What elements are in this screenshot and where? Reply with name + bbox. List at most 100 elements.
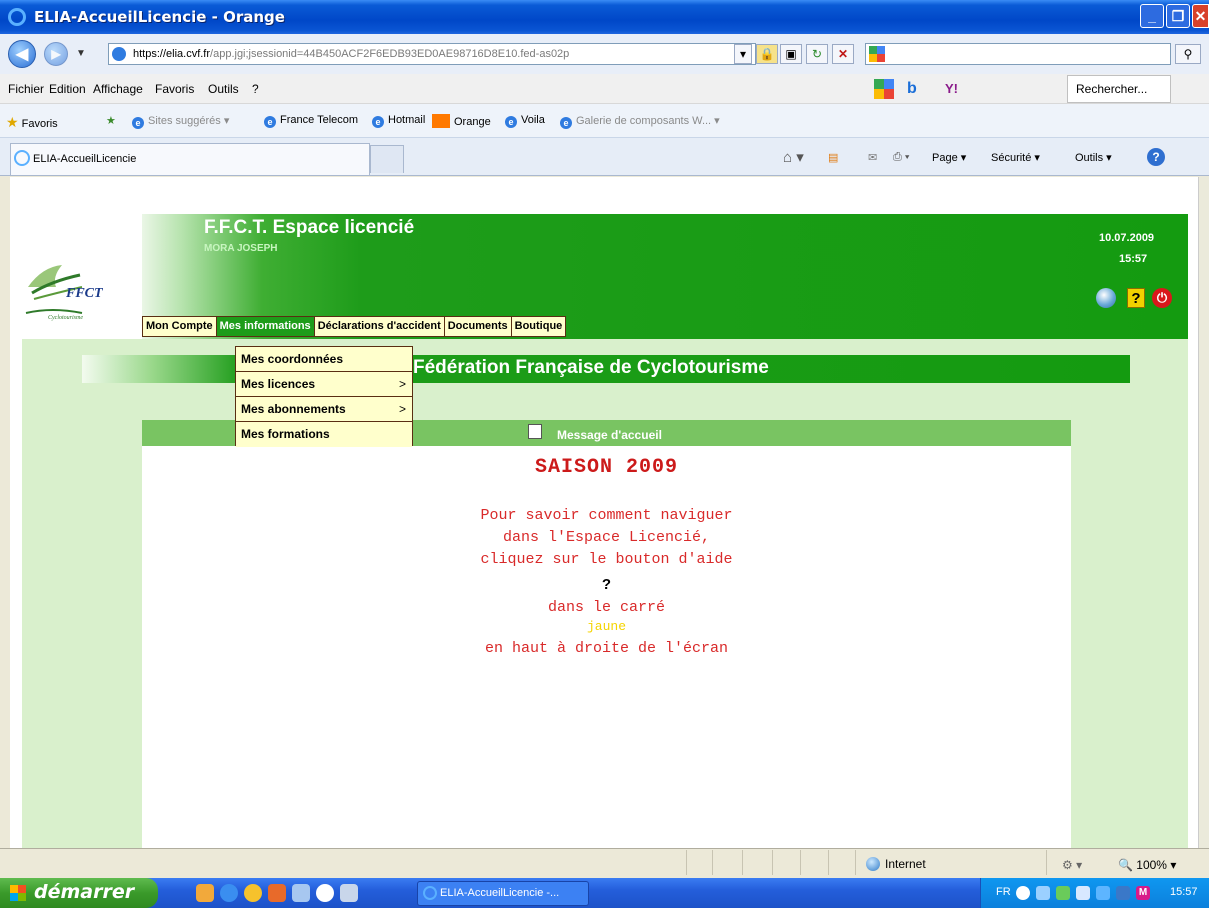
status-divider: [772, 850, 773, 875]
taskbar-window-button[interactable]: ELIA-AccueilLicencie -...: [417, 881, 589, 906]
submenu-arrow-icon: >: [398, 402, 406, 416]
header-time: 15:57: [1119, 253, 1148, 265]
menu-mes-formations[interactable]: Mes formations: [236, 422, 412, 447]
yahoo-icon[interactable]: Y!: [945, 81, 958, 96]
help-icon[interactable]: ?: [1127, 288, 1145, 308]
volume-icon[interactable]: [1076, 886, 1090, 900]
menu-mes-coordonnees[interactable]: Mes coordonnées: [236, 347, 412, 372]
history-dropdown-icon[interactable]: ▼: [76, 48, 86, 59]
svg-text:FFCT: FFCT: [65, 286, 104, 301]
outils-menu[interactable]: Outils ▾: [1075, 151, 1112, 164]
message-icon: [528, 424, 542, 439]
language-indicator[interactable]: FR: [996, 886, 1011, 898]
power-icon[interactable]: ⏻: [1152, 288, 1172, 308]
search-icon[interactable]: ⚲: [1175, 44, 1201, 64]
submenu-arrow-icon: >: [398, 377, 406, 391]
fav-galerie[interactable]: e Galerie de composants W... ▾: [560, 114, 720, 129]
google-toolbar-icon[interactable]: [874, 79, 894, 99]
nav-mon-compte[interactable]: Mon Compte: [142, 316, 217, 337]
message-line: dans l'Espace Licencié,: [502, 529, 711, 546]
fav-suggested[interactable]: e Sites suggérés ▾: [132, 114, 229, 129]
media-icon[interactable]: [316, 884, 334, 902]
tray-app-icon[interactable]: [1116, 886, 1130, 900]
message-header-label: Message d'accueil: [557, 428, 662, 442]
window-title: ELIA-AccueilLicencie - Orange: [34, 8, 285, 26]
tray-app-icon[interactable]: [1056, 886, 1070, 900]
securite-menu[interactable]: Sécurité ▾: [991, 151, 1040, 164]
maximize-button[interactable]: ❐: [1166, 4, 1190, 28]
status-divider: [800, 850, 801, 875]
status-divider: [686, 850, 687, 875]
app-icon[interactable]: [340, 884, 358, 902]
fav-voila[interactable]: e Voila: [505, 114, 545, 128]
menu-edition[interactable]: Edition: [49, 82, 86, 96]
minimize-button[interactable]: _: [1140, 4, 1164, 28]
firefox-icon[interactable]: [244, 884, 262, 902]
ffct-logo: FFCT Cyclotourisme: [22, 247, 114, 323]
ie-icon: [423, 886, 437, 900]
site-title: F.F.C.T. Espace licencié: [204, 217, 415, 238]
rechercher-input[interactable]: Rechercher...: [1067, 75, 1171, 103]
nav-mes-informations[interactable]: Mes informations: [215, 316, 315, 337]
nav-boutique[interactable]: Boutique: [510, 316, 567, 337]
svg-text:Cyclotourisme: Cyclotourisme: [48, 315, 83, 321]
security-zone[interactable]: Internet: [866, 857, 926, 871]
page-icon: [112, 47, 126, 61]
bing-icon[interactable]: b: [907, 80, 917, 98]
nav-documents[interactable]: Documents: [443, 316, 512, 337]
nav-declarations-accident[interactable]: Déclarations d'accident: [313, 316, 445, 337]
page-menu[interactable]: Page ▾: [932, 151, 966, 164]
address-input[interactable]: https://elia.cvf.fr/app.jgi;jsessionid=4…: [108, 43, 756, 65]
desktop-icon[interactable]: [292, 884, 310, 902]
close-button[interactable]: ✕: [1192, 4, 1209, 28]
message-question-mark: ?: [601, 576, 612, 593]
menu-affichage[interactable]: Affichage: [93, 82, 143, 96]
user-name: MORA JOSEPH: [204, 243, 278, 254]
protected-mode-icon[interactable]: ⚙ ▾: [1062, 858, 1082, 872]
zoom-control[interactable]: 🔍 100% ▾: [1118, 858, 1176, 872]
back-icon[interactable]: ◀: [8, 40, 36, 68]
menu-outils[interactable]: Outils: [208, 82, 239, 96]
orange-icon: [432, 114, 450, 128]
menu-help[interactable]: ?: [252, 82, 259, 96]
feeds-icon[interactable]: ▤: [828, 151, 838, 164]
tray-clock[interactable]: 15:57: [1170, 886, 1198, 898]
address-dropdown-icon[interactable]: ▾: [734, 44, 752, 64]
help-globe-icon[interactable]: [1096, 288, 1116, 308]
mail-icon[interactable]: ✉: [868, 151, 877, 164]
favorites-button[interactable]: ★ Favoris: [6, 114, 58, 131]
outlook-icon[interactable]: [268, 884, 286, 902]
menu-favoris[interactable]: Favoris: [155, 82, 194, 96]
forward-icon[interactable]: ▶: [44, 42, 68, 66]
network-icon[interactable]: [1036, 886, 1050, 900]
tray-m-icon[interactable]: M: [1136, 886, 1150, 900]
stop-icon[interactable]: ✕: [832, 44, 854, 64]
compat-icon[interactable]: ▣: [780, 44, 802, 64]
scrollbar[interactable]: [1198, 177, 1209, 848]
ie-icon: e: [264, 116, 276, 128]
menu-mes-abonnements[interactable]: Mes abonnements >: [236, 397, 412, 422]
print-icon[interactable]: ⎙ ▾: [893, 151, 909, 164]
fav-france-telecom[interactable]: e France Telecom: [264, 114, 358, 128]
quicklaunch-icon[interactable]: [196, 884, 214, 902]
refresh-icon[interactable]: ↻: [806, 44, 828, 64]
tray-arrow-icon[interactable]: [1016, 886, 1030, 900]
google-icon: [869, 46, 885, 62]
season-title: SAISON 2009: [534, 456, 679, 479]
menu-mes-licences[interactable]: Mes licences >: [236, 372, 412, 397]
fav-hotmail[interactable]: e Hotmail: [372, 114, 425, 128]
url-path: /app.jgi;jsessionid=44B450ACF2F6EDB93ED0…: [210, 48, 570, 60]
search-input[interactable]: [865, 43, 1171, 65]
status-bar: [0, 848, 1209, 878]
tray-app-icon[interactable]: [1096, 886, 1110, 900]
message-line: en haut à droite de l'écran: [484, 640, 729, 657]
help-menu-icon[interactable]: ?: [1147, 148, 1165, 166]
new-tab-button[interactable]: [370, 145, 404, 173]
add-favorite-icon[interactable]: ★: [106, 114, 116, 127]
home-icon[interactable]: ⌂ ▾: [783, 148, 804, 166]
lock-icon[interactable]: 🔒: [756, 44, 778, 64]
tab-elia[interactable]: ELIA-AccueilLicencie: [10, 143, 370, 175]
menu-fichier[interactable]: Fichier: [8, 82, 44, 96]
ie-quicklaunch-icon[interactable]: [220, 884, 238, 902]
fav-orange[interactable]: Orange: [432, 114, 491, 128]
